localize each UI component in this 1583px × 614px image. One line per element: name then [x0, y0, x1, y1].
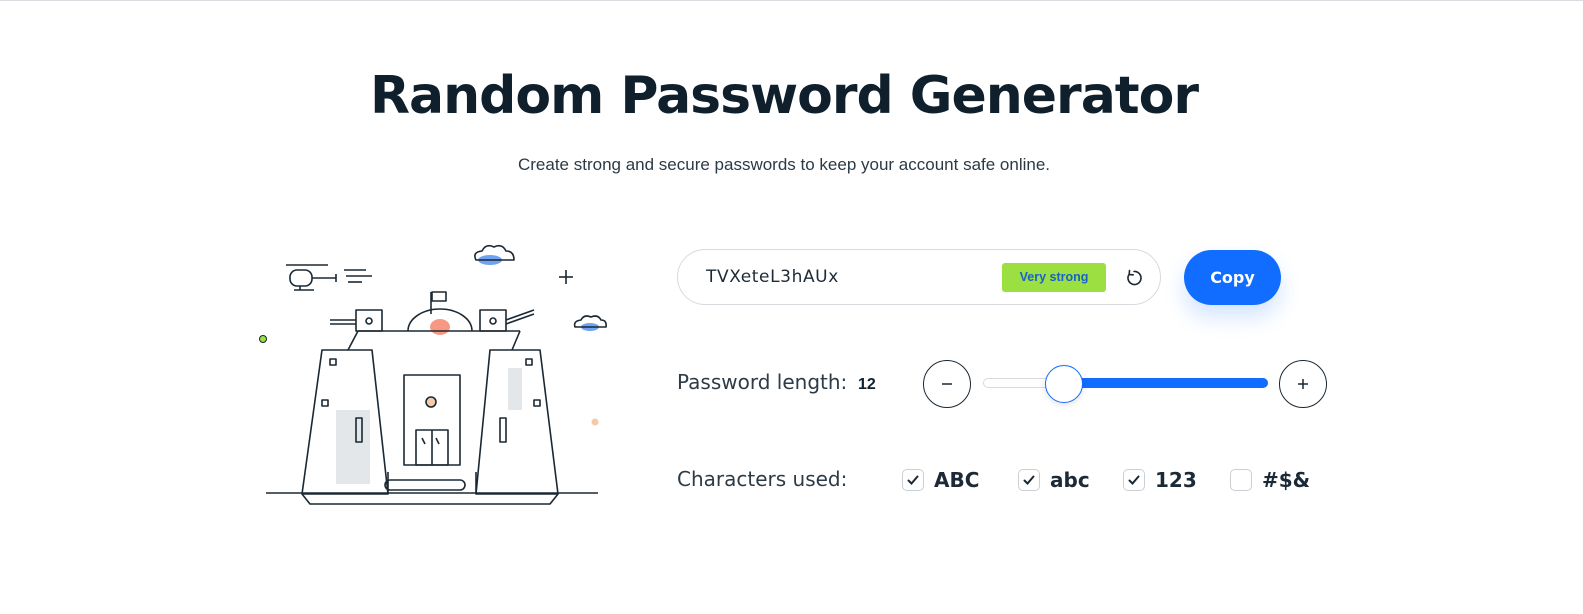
characters-used-label: Characters used: [677, 467, 848, 491]
numbers-label: 123 [1155, 468, 1197, 492]
strength-badge: Very strong [1002, 263, 1106, 292]
copy-button[interactable]: Copy [1184, 250, 1281, 305]
minus-icon [942, 383, 952, 385]
uppercase-label: ABC [934, 468, 980, 492]
option-lowercase[interactable]: abc [1018, 467, 1090, 493]
symbols-checkbox[interactable] [1230, 469, 1252, 491]
password-field[interactable]: TVXeteL3hAUx Very strong [677, 249, 1161, 305]
lowercase-checkbox[interactable] [1018, 469, 1040, 491]
refresh-button[interactable] [1121, 265, 1147, 291]
check-icon [907, 475, 919, 485]
lowercase-label: abc [1050, 468, 1090, 492]
page-subtitle: Create strong and secure passwords to ke… [517, 155, 1051, 174]
option-numbers[interactable]: 123 [1123, 467, 1197, 493]
password-length-slider[interactable] [983, 365, 1268, 403]
increase-length-button[interactable] [1279, 360, 1327, 408]
check-icon [1023, 475, 1035, 485]
slider-thumb[interactable] [1045, 365, 1083, 403]
check-icon [1128, 475, 1140, 485]
uppercase-checkbox[interactable] [902, 469, 924, 491]
slider-fill [1064, 378, 1268, 388]
numbers-checkbox[interactable] [1123, 469, 1145, 491]
helicopter-icon [286, 264, 372, 291]
cloud-icon [474, 244, 515, 265]
option-uppercase[interactable]: ABC [902, 467, 979, 493]
page-title: Random Password Generator [369, 66, 1199, 126]
password-length-value: 12 [858, 376, 876, 393]
cloud-icon [573, 315, 607, 331]
password-value[interactable]: TVXeteL3hAUx [706, 267, 839, 287]
decrease-length-button[interactable] [923, 360, 971, 408]
top-divider [0, 0, 1583, 1]
refresh-icon [1127, 269, 1142, 286]
symbols-label: #$& [1262, 468, 1311, 492]
password-length-label: Password length: [677, 370, 848, 394]
option-symbols[interactable]: #$& [1230, 467, 1310, 493]
plus-icon [1298, 379, 1308, 389]
castle-illustration [250, 232, 620, 522]
